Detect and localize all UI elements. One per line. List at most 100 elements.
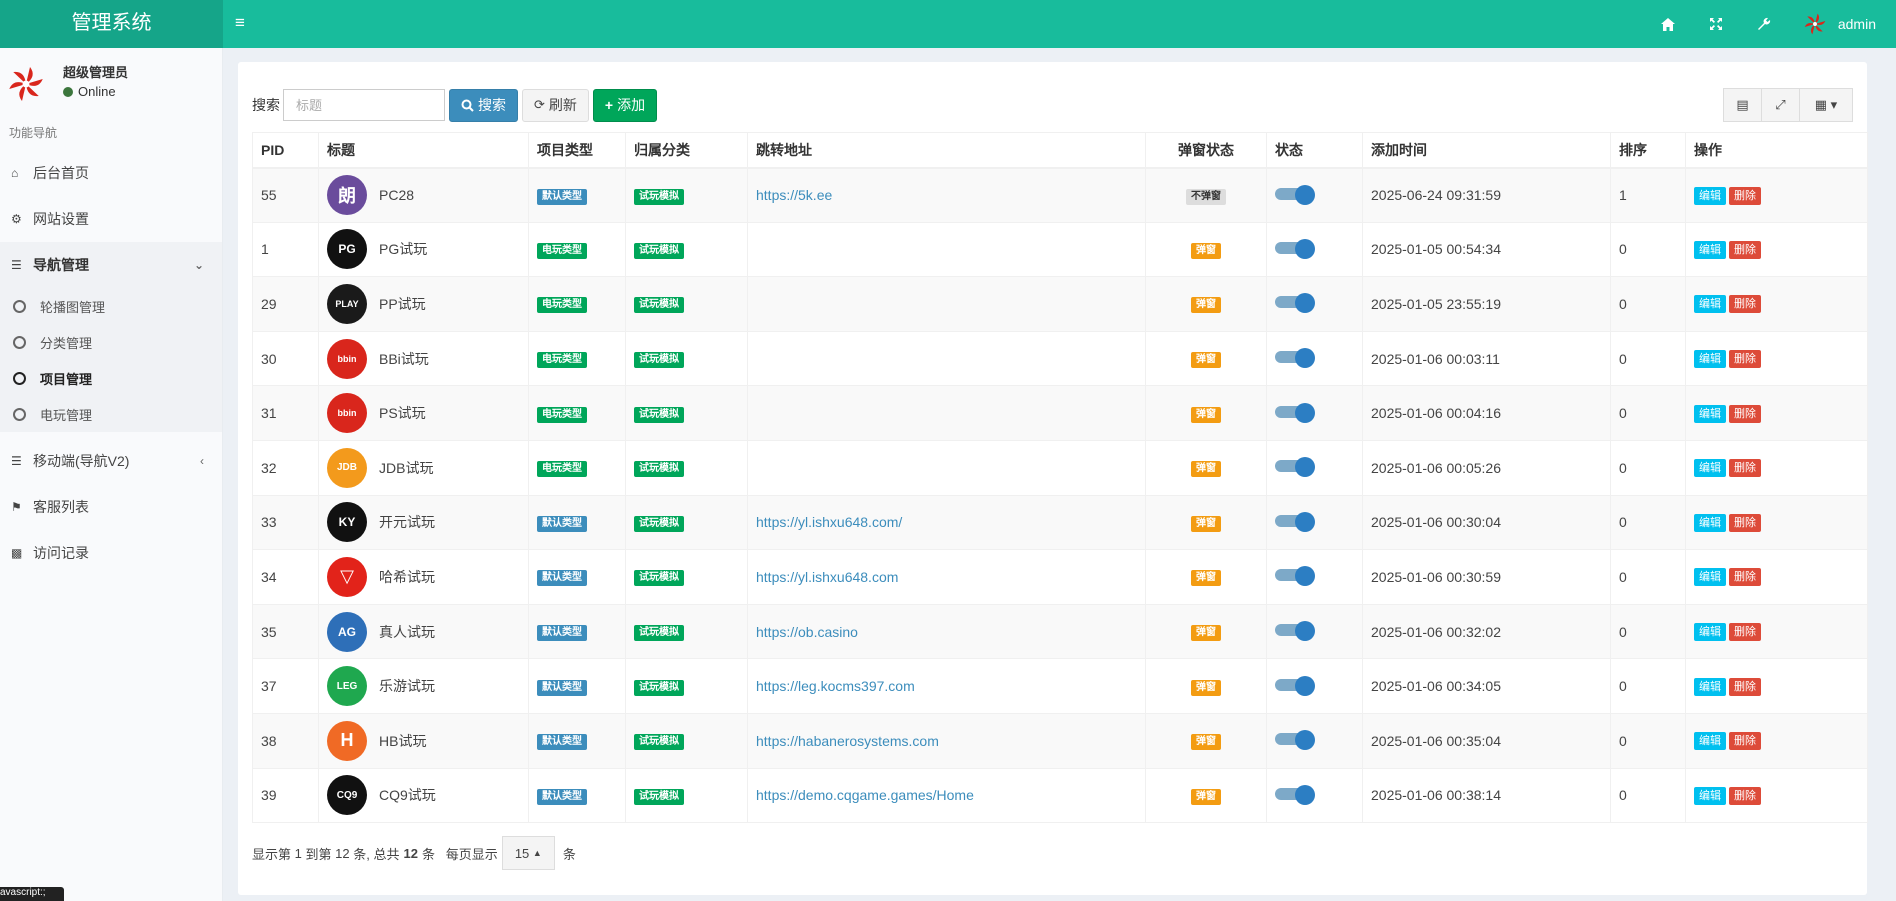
popup-badge[interactable]: 弹窗 — [1191, 788, 1221, 805]
sidebar-subitem-projects[interactable]: 项目管理 — [0, 360, 222, 396]
cell-sort[interactable]: 0 — [1610, 549, 1686, 605]
column-header[interactable]: PID — [252, 132, 319, 169]
cell-sort[interactable]: 0 — [1610, 330, 1686, 387]
cell-sort[interactable]: 0 — [1610, 712, 1686, 769]
status-toggle[interactable] — [1275, 621, 1315, 642]
status-toggle[interactable] — [1275, 566, 1315, 587]
redirect-link[interactable]: https://leg.kocms397.com — [756, 678, 915, 694]
table-row[interactable]: 31 bbin PS试玩 电玩类型 试玩模拟 弹窗 2025-01-06 00:04:16 0… — [252, 385, 1868, 441]
status-toggle[interactable] — [1275, 293, 1315, 314]
popup-badge[interactable]: 不弹窗 — [1186, 188, 1226, 205]
popup-badge[interactable]: 弹窗 — [1191, 734, 1221, 751]
table-row[interactable]: 37 LEG 乐游试玩 默认类型 试玩模拟 https://leg.kocms397.co… — [252, 658, 1868, 714]
fullscreen-icon[interactable] — [1692, 0, 1740, 48]
popup-badge[interactable]: 弹窗 — [1191, 515, 1221, 532]
edit-button[interactable]: 编辑 — [1694, 677, 1726, 696]
status-toggle[interactable] — [1275, 784, 1315, 805]
columns-dropdown-icon[interactable]: ▦ ▾ — [1799, 88, 1853, 122]
table-row[interactable]: 29 PLAY PP试玩 电玩类型 试玩模拟 弹窗 2025-01-05 23:55:19 0… — [252, 276, 1868, 332]
delete-button[interactable]: 删除 — [1729, 404, 1761, 423]
cell-sort[interactable]: 0 — [1610, 603, 1686, 660]
table-row[interactable]: 38 H HB试玩 默认类型 试玩模拟 https://habanerosystems.c… — [252, 712, 1868, 769]
table-row[interactable]: 1 PG PG试玩 电玩类型 试玩模拟 弹窗 2025-01-05 00:54:34 0 编辑删… — [252, 221, 1868, 278]
sidebar-subitem-carousel[interactable]: 轮播图管理 — [0, 288, 222, 324]
status-toggle[interactable] — [1275, 457, 1315, 478]
edit-button[interactable]: 编辑 — [1694, 404, 1726, 423]
edit-button[interactable]: 编辑 — [1694, 513, 1726, 532]
table-row[interactable]: 34 ▽ 哈希试玩 默认类型 试玩模拟 https://yl.ishxu648.com 弹窗… — [252, 549, 1868, 605]
table-row[interactable]: 30 bbin BBi试玩 电玩类型 试玩模拟 弹窗 2025-01-06 00:03:11… — [252, 330, 1868, 387]
column-header[interactable]: 状态 — [1266, 132, 1363, 169]
delete-button[interactable]: 删除 — [1729, 786, 1761, 805]
status-toggle[interactable] — [1275, 402, 1315, 423]
redirect-link[interactable]: https://yl.ishxu648.com — [756, 569, 898, 585]
redirect-link[interactable]: https://yl.ishxu648.com/ — [756, 514, 902, 530]
delete-button[interactable]: 删除 — [1729, 623, 1761, 642]
delete-button[interactable]: 删除 — [1729, 240, 1761, 259]
cell-sort[interactable]: 0 — [1610, 439, 1686, 496]
edit-button[interactable]: 编辑 — [1694, 459, 1726, 478]
delete-button[interactable]: 删除 — [1729, 350, 1761, 369]
sidebar-subitem-category[interactable]: 分类管理 — [0, 324, 222, 360]
popup-badge[interactable]: 弹窗 — [1191, 625, 1221, 642]
column-header[interactable]: 标题 — [318, 132, 529, 169]
redirect-link[interactable]: https://demo.cqgame.games/Home — [756, 787, 974, 803]
popup-badge[interactable]: 弹窗 — [1191, 352, 1221, 369]
edit-button[interactable]: 编辑 — [1694, 186, 1726, 205]
user-menu[interactable]: admin — [1788, 11, 1896, 37]
cell-sort[interactable]: 0 — [1610, 658, 1686, 714]
sidebar-item-mobile[interactable]: ☰ 移动端(导航V2) ‹ — [0, 438, 222, 484]
home-icon[interactable] — [1644, 0, 1692, 48]
edit-button[interactable]: 编辑 — [1694, 623, 1726, 642]
cell-sort[interactable]: 0 — [1610, 494, 1686, 551]
fullscreen-icon[interactable]: ⤢ — [1761, 88, 1800, 122]
popup-badge[interactable]: 弹窗 — [1191, 406, 1221, 423]
edit-button[interactable]: 编辑 — [1694, 240, 1726, 259]
per-page-select[interactable]: 15 ▲ — [501, 836, 555, 870]
status-toggle[interactable] — [1275, 238, 1315, 259]
cell-sort[interactable]: 1 — [1610, 167, 1686, 223]
table-row[interactable]: 35 AG 真人试玩 默认类型 试玩模拟 https://ob.casino 弹窗 2025-… — [252, 603, 1868, 660]
refresh-button[interactable]: ⟳ 刷新 — [522, 88, 589, 122]
column-header[interactable]: 归属分类 — [625, 132, 748, 169]
delete-button[interactable]: 删除 — [1729, 568, 1761, 587]
column-header[interactable]: 添加时间 — [1362, 132, 1611, 169]
status-toggle[interactable] — [1275, 730, 1315, 751]
search-button[interactable]: 搜索 — [449, 88, 518, 122]
search-input[interactable] — [283, 89, 445, 121]
redirect-link[interactable]: https://5k.ee — [756, 187, 832, 203]
table-row[interactable]: 39 CQ9 CQ9试玩 默认类型 试玩模拟 https://demo.cqgame.ga… — [252, 767, 1868, 824]
add-button[interactable]: + 添加 — [592, 88, 658, 122]
delete-button[interactable]: 删除 — [1729, 459, 1761, 478]
sidebar-item-settings[interactable]: ⚙ 网站设置 — [0, 196, 222, 242]
wrench-icon[interactable] — [1740, 0, 1788, 48]
delete-button[interactable]: 删除 — [1729, 295, 1761, 314]
popup-badge[interactable]: 弹窗 — [1191, 461, 1221, 478]
column-header[interactable]: 弹窗状态 — [1145, 132, 1267, 169]
status-toggle[interactable] — [1275, 184, 1315, 205]
popup-badge[interactable]: 弹窗 — [1191, 679, 1221, 696]
cell-sort[interactable]: 0 — [1610, 221, 1686, 278]
table-row[interactable]: 33 KY 开元试玩 默认类型 试玩模拟 https://yl.ishxu648.com/… — [252, 494, 1868, 551]
delete-button[interactable]: 删除 — [1729, 513, 1761, 532]
column-header[interactable]: 排序 — [1610, 132, 1686, 169]
edit-button[interactable]: 编辑 — [1694, 350, 1726, 369]
sidebar-item-visit-log[interactable]: ▩ 访问记录 — [0, 530, 222, 576]
popup-badge[interactable]: 弹窗 — [1191, 242, 1221, 259]
list-view-icon[interactable]: ▤ — [1723, 88, 1762, 122]
cell-sort[interactable]: 0 — [1610, 276, 1686, 332]
status-toggle[interactable] — [1275, 511, 1315, 532]
sidebar-item-dashboard[interactable]: ⌂ 后台首页 — [0, 150, 222, 196]
table-row[interactable]: 55 朗 PC28 默认类型 试玩模拟 https://5k.ee 不弹窗 2025-06-2… — [252, 167, 1868, 223]
sidebar-item-customer-service[interactable]: ⚑ 客服列表 — [0, 484, 222, 530]
edit-button[interactable]: 编辑 — [1694, 732, 1726, 751]
delete-button[interactable]: 删除 — [1729, 677, 1761, 696]
status-toggle[interactable] — [1275, 348, 1315, 369]
popup-badge[interactable]: 弹窗 — [1191, 570, 1221, 587]
menu-toggle-icon[interactable]: ≡ — [235, 0, 245, 48]
status-toggle[interactable] — [1275, 675, 1315, 696]
redirect-link[interactable]: https://ob.casino — [756, 624, 858, 640]
column-header[interactable]: 项目类型 — [528, 132, 626, 169]
column-header[interactable]: 跳转地址 — [747, 132, 1146, 169]
sidebar-item-nav-management[interactable]: ☰ 导航管理 ⌄ — [0, 242, 222, 288]
